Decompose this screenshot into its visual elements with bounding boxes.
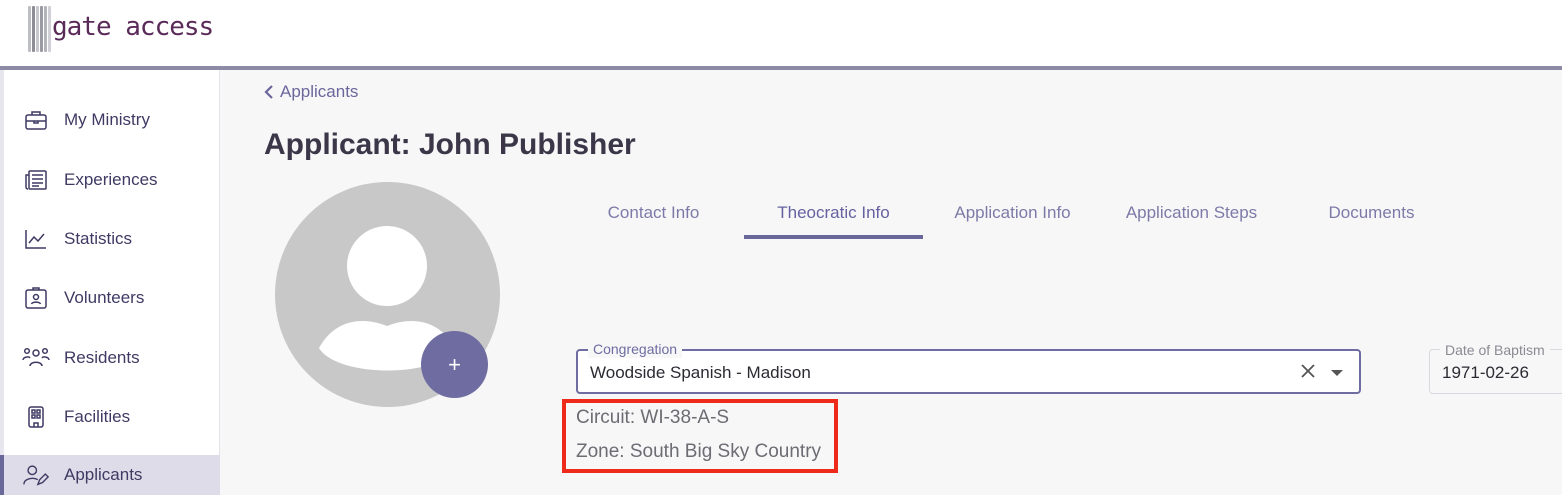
breadcrumb-applicants[interactable]: Applicants [264, 82, 358, 102]
sidebar-item-facilities[interactable]: Facilities [4, 397, 220, 437]
sidebar-item-applicants[interactable]: Applicants [0, 455, 220, 495]
tab-documents[interactable]: Documents [1282, 196, 1461, 240]
sidebar-item-label: Statistics [64, 229, 133, 248]
chevron-left-icon [264, 85, 273, 99]
people-group-icon [22, 344, 50, 372]
sidebar-item-label: Applicants [64, 465, 143, 484]
date-of-baptism-value: 1971-02-26 [1442, 363, 1529, 382]
user-edit-icon [22, 461, 50, 489]
congregation-value: Woodside Spanish - Madison [590, 363, 811, 382]
sidebar-item-label: Volunteers [64, 288, 145, 307]
active-tab-indicator [744, 235, 923, 239]
chart-line-icon [22, 225, 50, 253]
tab-contact-info[interactable]: Contact Info [564, 196, 743, 240]
date-of-baptism-field[interactable]: Date of Baptism 1971-02-26 [1429, 341, 1562, 394]
sidebar-item-volunteers[interactable]: Volunteers [4, 278, 220, 318]
congregation-select[interactable]: Congregation Woodside Spanish - Madison [576, 340, 1361, 394]
id-badge-icon [22, 284, 50, 312]
newspaper-icon [22, 166, 50, 194]
sidebar-item-experiences[interactable]: Experiences [4, 160, 220, 200]
sidebar-item-residents[interactable]: Residents [4, 338, 220, 378]
logo-bars-icon [28, 6, 52, 52]
sidebar-item-label: Experiences [64, 170, 158, 189]
tab-application-info[interactable]: Application Info [923, 196, 1102, 240]
app-header: gate access [0, 0, 1562, 66]
date-of-baptism-label: Date of Baptism [1440, 341, 1550, 359]
sidebar-item-my-ministry[interactable]: My Ministry [4, 100, 220, 140]
sidebar-item-label: My Ministry [64, 110, 150, 129]
logo[interactable]: gate access [28, 6, 214, 52]
zone-text: Zone: South Big Sky Country [576, 441, 822, 462]
sidebar-item-label: Residents [64, 348, 140, 367]
building-icon [22, 403, 50, 431]
page-title: Applicant: John Publisher [264, 128, 636, 161]
avatar-add-button[interactable]: + [421, 331, 488, 398]
breadcrumb-label: Applicants [280, 82, 359, 101]
clear-icon[interactable] [1299, 362, 1317, 385]
chevron-down-icon[interactable] [1331, 370, 1343, 376]
tab-application-steps[interactable]: Application Steps [1102, 196, 1281, 240]
sidebar-item-statistics[interactable]: Statistics [4, 219, 220, 259]
tab-theocratic-info[interactable]: Theocratic Info [744, 196, 923, 240]
sidebar-item-label: Facilities [64, 407, 131, 426]
briefcase-icon [22, 106, 50, 134]
circuit-text: Circuit: WI-38-A-S [576, 407, 730, 428]
congregation-label: Congregation [588, 340, 683, 358]
header-divider [0, 66, 1562, 70]
logo-text: gate access [52, 12, 214, 42]
